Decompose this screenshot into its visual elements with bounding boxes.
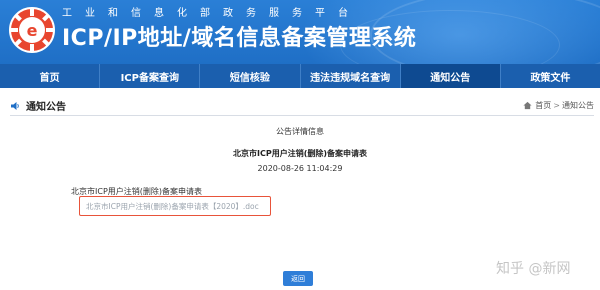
svg-text:e: e [27,21,38,40]
notice-title: 北京市ICP用户注销(删除)备案申请表 [232,149,368,158]
section-title: 通知公告 [26,102,66,113]
nav-item-home[interactable]: 首页 [0,64,101,88]
site-header: e 工业和信息化部政务服务平台 ICP/IP地址/域名信息备案管理系统 [0,0,600,64]
detail-heading: 公告详情信息 [276,127,324,136]
ministry-logo-icon: e [9,7,55,53]
nav-item-sms-verify[interactable]: 短信核验 [200,64,301,88]
section-header: 通知公告 首页 > 通知公告 [10,96,594,116]
attachment-link[interactable]: 北京市ICP用户注销(删除)备案申请表【2020】.doc [86,201,259,212]
breadcrumb-current[interactable]: 通知公告 [562,100,594,111]
watermark: 知乎 @新网 [496,261,571,277]
nav-item-policy-documents[interactable]: 政策文件 [501,64,600,88]
back-button[interactable]: 返回 [283,271,313,286]
ministry-name: 工业和信息化部政务服务平台 [62,8,361,19]
speaker-icon [11,101,19,110]
nav-item-icp-query[interactable]: ICP备案查询 [100,64,201,88]
nav-item-notices[interactable]: 通知公告 [400,64,501,88]
home-icon [523,101,532,110]
main-nav: 首页 ICP备案查询 短信核验 违法违规域名查询 通知公告 政策文件 [0,64,600,88]
attachment-highlight: 北京市ICP用户注销(删除)备案申请表【2020】.doc [79,196,271,216]
breadcrumb: 首页 > 通知公告 [523,100,594,111]
notice-timestamp: 2020-08-26 11:04:29 [257,164,343,173]
breadcrumb-home[interactable]: 首页 [535,100,551,111]
system-title: ICP/IP地址/域名信息备案管理系统 [62,26,417,51]
section-title-group: 通知公告 [10,98,66,113]
nav-item-illegal-domain-query[interactable]: 违法违规域名查询 [301,64,401,88]
breadcrumb-separator: > [553,101,560,110]
